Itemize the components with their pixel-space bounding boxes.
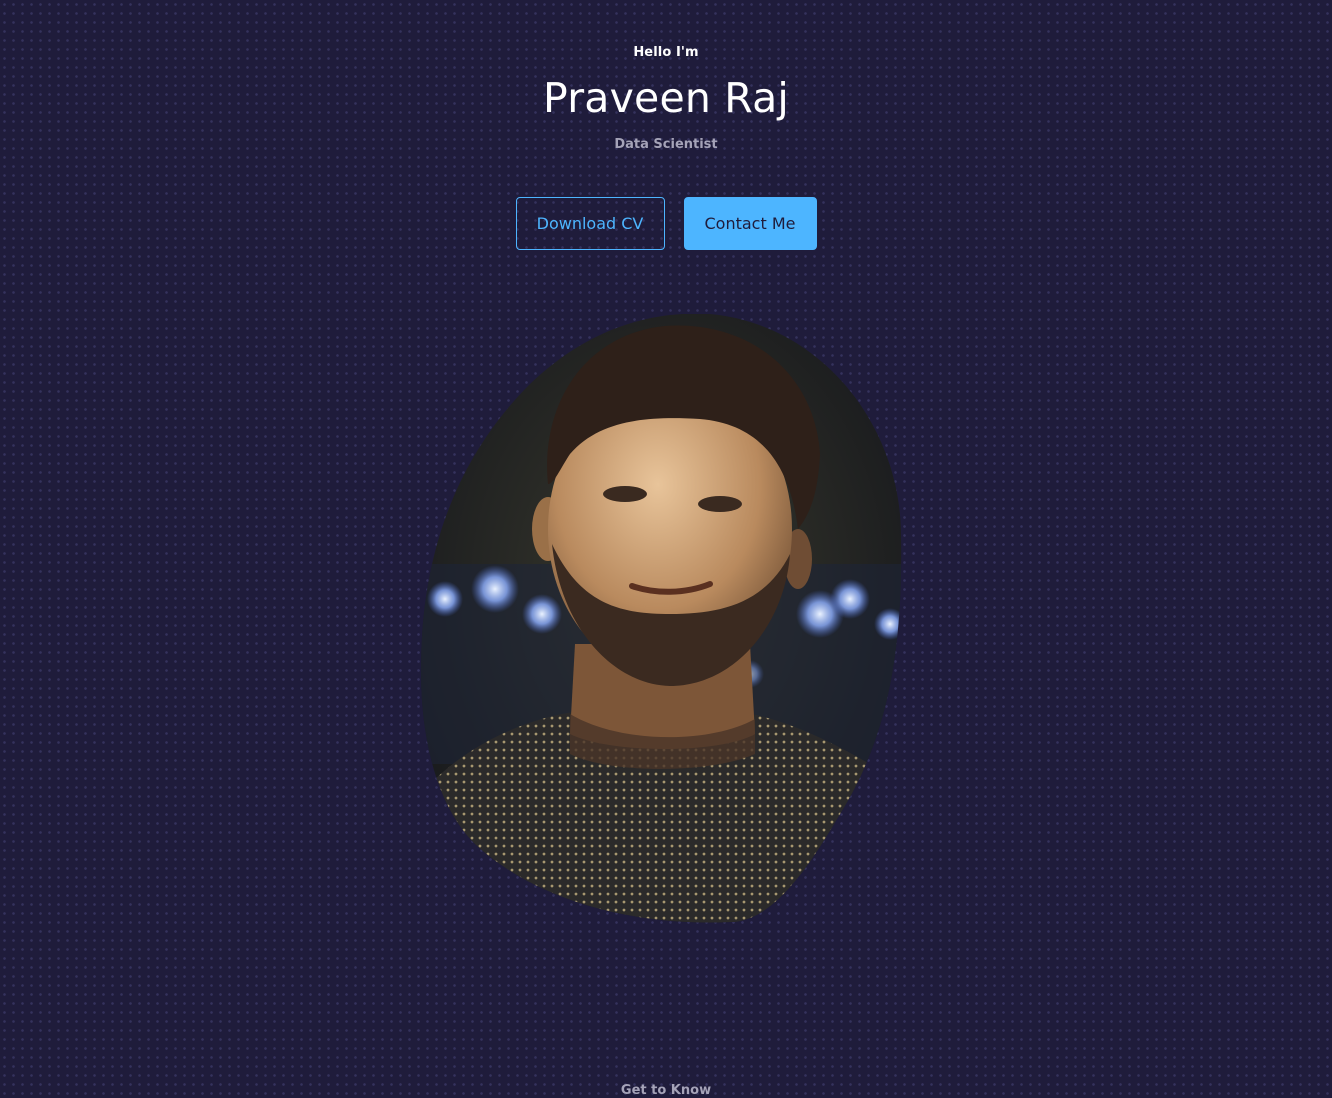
section-label-get-to-know: Get to Know xyxy=(620,1083,712,1098)
greeting-text: Hello I'm xyxy=(633,45,699,60)
hero-name: Praveen Raj xyxy=(542,74,790,122)
hero-section: Hello I'm Praveen Raj Data Scientist Dow… xyxy=(0,0,1332,1098)
download-cv-button[interactable]: Download CV xyxy=(515,197,665,250)
cta-buttons: Download CV Contact Me xyxy=(0,197,1332,250)
profile-photo xyxy=(420,314,902,924)
hero-role: Data Scientist xyxy=(614,137,718,152)
contact-me-button[interactable]: Contact Me xyxy=(683,197,817,250)
